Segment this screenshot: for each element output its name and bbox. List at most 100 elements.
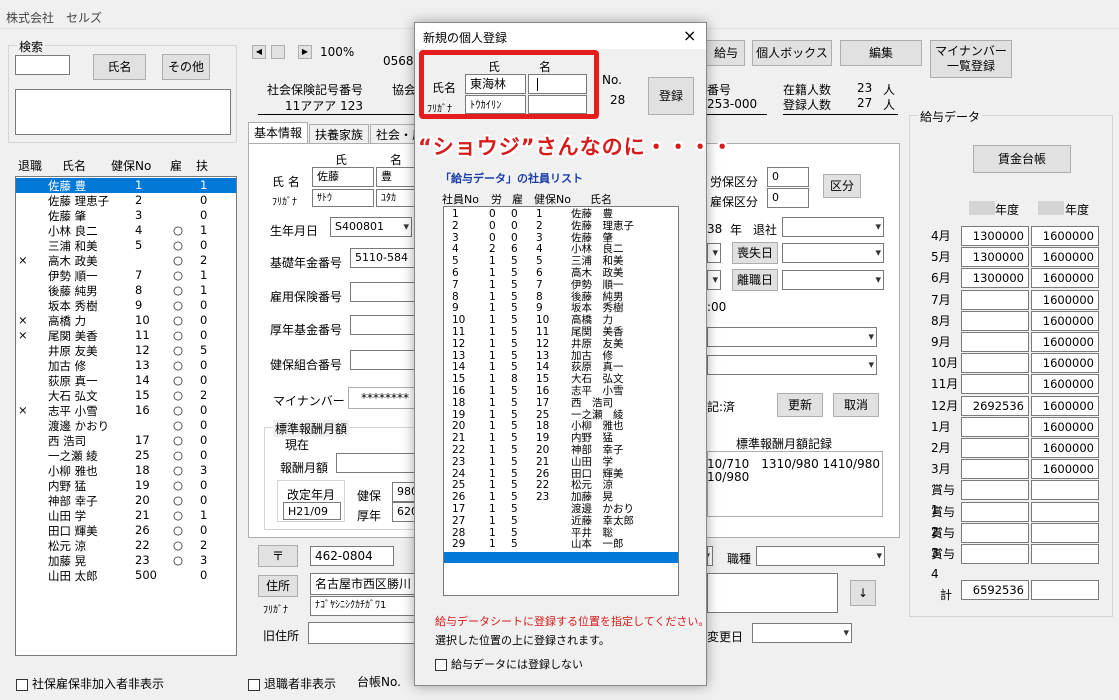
dialog-list-item[interactable]: 14 1 5 14 荻原 真一 xyxy=(444,362,674,373)
dialog-list-item[interactable]: 23 1 5 21 山田 学 xyxy=(444,456,674,468)
scroll-thumb[interactable] xyxy=(271,45,285,59)
list-item[interactable]: 神部 幸子 20 ○ 0 xyxy=(16,493,236,508)
dialog-list-item[interactable]: 12 1 5 12 井原 友美 xyxy=(444,338,674,350)
dialog-employee-list[interactable]: 1 0 0 1 佐藤 豊 2 0 0 2 佐藤 理恵子 3 0 0 3 佐藤 肇 4 2 6 4 小林 良二 5 1 5 5 三… xyxy=(443,206,679,596)
left-combo-2[interactable] xyxy=(707,270,721,290)
salary-value-a[interactable] xyxy=(961,353,1029,374)
salary-value-b[interactable] xyxy=(1031,480,1099,501)
taishoku-combo[interactable] xyxy=(782,217,884,237)
list-item[interactable]: 小柳 雅也 18 ○ 3 xyxy=(16,463,236,478)
list-item[interactable]: 西 浩司 17 ○ 0 xyxy=(16,433,236,448)
list-item[interactable]: 山田 太郎 500 0 xyxy=(16,568,236,583)
salary-value-a[interactable] xyxy=(961,501,1029,522)
list-item[interactable]: 田口 輝美 26 ○ 0 xyxy=(16,523,236,538)
salary-value-a[interactable]: 2692536 xyxy=(961,395,1029,416)
mynumber-list-button[interactable]: マイナンバー 一覧登録 xyxy=(930,40,1012,78)
hide-nonmember-box[interactable] xyxy=(16,678,28,691)
dialog-list-item[interactable]: 26 1 5 23 加藤 晃 xyxy=(444,492,674,503)
salary-value-b[interactable]: 1600000 xyxy=(1031,459,1099,480)
dialog-list-item[interactable]: 8 1 5 8 後藤 純男 xyxy=(444,291,674,303)
salary-value-b[interactable]: 1600000 xyxy=(1031,353,1099,374)
left-combo-1[interactable] xyxy=(707,243,721,263)
dialog-list-item[interactable]: 4 2 6 4 小林 良二 xyxy=(444,244,674,255)
tab-fuyo[interactable]: 扶養家族 xyxy=(309,124,370,145)
salary-value-b[interactable]: 1600000 xyxy=(1031,332,1099,352)
rishoku-combo[interactable] xyxy=(782,270,884,290)
salary-value-b[interactable]: 1600000 xyxy=(1031,416,1099,437)
dialog-skip-box[interactable] xyxy=(435,659,447,671)
search-results-box[interactable] xyxy=(15,89,231,135)
cancel-button[interactable]: 取消 xyxy=(833,393,879,417)
rosai-field[interactable]: 0 xyxy=(767,167,809,187)
dialog-list-item[interactable]: 10 1 5 10 高橋 力 xyxy=(444,315,674,326)
salary-value-b[interactable]: 1600000 xyxy=(1031,310,1099,331)
hide-nonmember-checkbox[interactable]: 社保雇保非加入者非表示 xyxy=(16,675,164,692)
list-item[interactable]: 加藤 晃 23 ○ 3 xyxy=(16,553,236,568)
list-item[interactable]: 三浦 和美 5 ○ 0 xyxy=(16,238,236,253)
salary-value-b[interactable] xyxy=(1031,544,1099,564)
dialog-list-item[interactable]: 21 1 5 19 内野 猛 xyxy=(444,433,674,444)
combo-wide-1[interactable] xyxy=(707,327,877,347)
list-item[interactable]: 小林 良二 4 ○ 1 xyxy=(16,223,236,238)
edit-button[interactable]: 編集 xyxy=(840,40,922,66)
dialog-list-item[interactable]: 27 1 5 近藤 幸太郎 xyxy=(444,515,674,527)
kenpo-field[interactable] xyxy=(350,350,420,370)
tab-basic[interactable]: 基本情報 xyxy=(248,122,309,144)
zip-field[interactable]: 462-0804 xyxy=(310,546,394,566)
employee-list[interactable]: 佐藤 豊 1 1 佐藤 理恵子 2 0 佐藤 肇 3 0 小林 良二 4 ○ 1 三浦 和美 5 ○ 0 × 高木 … xyxy=(15,176,237,656)
list-item[interactable]: 内野 猛 19 ○ 0 xyxy=(16,478,236,493)
dialog-list-item[interactable]: 3 0 0 3 佐藤 肇 xyxy=(444,232,674,244)
dialog-list-item[interactable]: 16 1 5 16 志平 小雪 xyxy=(444,386,674,397)
update-button[interactable]: 更新 xyxy=(777,393,823,417)
dialog-close-icon[interactable]: × xyxy=(683,26,696,45)
dialog-list-item[interactable]: 5 1 5 5 三浦 和美 xyxy=(444,256,674,267)
salary-value-a[interactable]: 1300000 xyxy=(961,247,1029,268)
dialog-list-item[interactable]: 2 0 0 2 佐藤 理恵子 xyxy=(444,220,674,232)
list-item[interactable]: 伊勢 順一 7 ○ 1 xyxy=(16,268,236,283)
address-kana-field[interactable]: ﾅｺﾞﾔｼﾆｼｸｶﾁｶﾞﾜ1 xyxy=(310,596,416,616)
scroll-right-button[interactable]: ▶ xyxy=(298,45,312,59)
rishoku-button[interactable]: 離職日 xyxy=(732,269,778,291)
salary-value-a[interactable] xyxy=(961,310,1029,331)
search-other-button[interactable]: その他 xyxy=(162,54,210,80)
henko-combo[interactable] xyxy=(752,623,852,643)
salary-value-a[interactable] xyxy=(961,332,1029,352)
list-item[interactable]: 佐藤 理恵子 2 0 xyxy=(16,193,236,208)
dialog-list-item[interactable]: 13 1 5 13 加古 修 xyxy=(444,350,674,362)
ledger-button[interactable]: 賃金台帳 xyxy=(973,145,1071,173)
list-item[interactable]: 坂本 秀樹 9 ○ 0 xyxy=(16,298,236,313)
soshitsu-combo[interactable] xyxy=(782,243,884,263)
dialog-list-item[interactable]: 6 1 5 6 高木 政美 xyxy=(444,268,674,279)
salary-value-b[interactable]: 1600000 xyxy=(1031,374,1099,395)
hoshu-field[interactable] xyxy=(336,453,416,473)
list-item[interactable]: 荻原 真一 14 ○ 0 xyxy=(16,373,236,388)
combo-wide-2[interactable] xyxy=(707,355,877,375)
first-name-field[interactable]: 豊 xyxy=(376,167,416,187)
left-combo-3[interactable] xyxy=(707,546,713,566)
salary-value-a[interactable]: 1300000 xyxy=(961,226,1029,246)
search-name-button[interactable]: 氏名 xyxy=(93,54,146,80)
list-item[interactable]: × 高橋 力 10 ○ 0 xyxy=(16,313,236,328)
koyo-field[interactable] xyxy=(350,282,420,302)
salary-value-b[interactable]: 1600000 xyxy=(1031,247,1099,268)
dialog-list-item[interactable]: 29 1 5 山本 一郎 xyxy=(444,539,674,550)
list-item[interactable]: 渡邊 かおり ○ 0 xyxy=(16,418,236,433)
dialog-list-item[interactable]: 15 1 8 15 大石 弘文 xyxy=(444,374,674,385)
salary-value-b[interactable]: 1600000 xyxy=(1031,395,1099,416)
salary-value-a[interactable] xyxy=(961,374,1029,395)
salary-value-a[interactable] xyxy=(961,416,1029,437)
address-cont-field[interactable] xyxy=(707,573,838,613)
first-kana-field[interactable]: ﾕﾀｶ xyxy=(376,189,416,207)
dialog-list-item[interactable]: 25 1 5 22 松元 涼 xyxy=(444,480,674,491)
koyo-kubun-field[interactable]: 0 xyxy=(767,188,809,208)
kubun-button[interactable]: 区分 xyxy=(823,174,861,198)
hide-retired-checkbox[interactable]: 退職者非表示 xyxy=(248,675,336,692)
zip-button[interactable]: 〒 xyxy=(258,545,298,567)
list-item[interactable]: 加古 修 13 ○ 0 xyxy=(16,358,236,373)
list-item[interactable]: 大石 弘文 15 ○ 2 xyxy=(16,388,236,403)
dialog-list-item[interactable]: 18 1 5 17 西 浩司 xyxy=(444,397,674,409)
list-item[interactable]: 後藤 純男 8 ○ 1 xyxy=(16,283,236,298)
dialog-list-item[interactable]: 17 1 5 渡邊 かおり xyxy=(444,504,674,515)
salary-value-b[interactable]: 1600000 xyxy=(1031,226,1099,246)
salary-value-a[interactable]: 1300000 xyxy=(961,268,1029,289)
